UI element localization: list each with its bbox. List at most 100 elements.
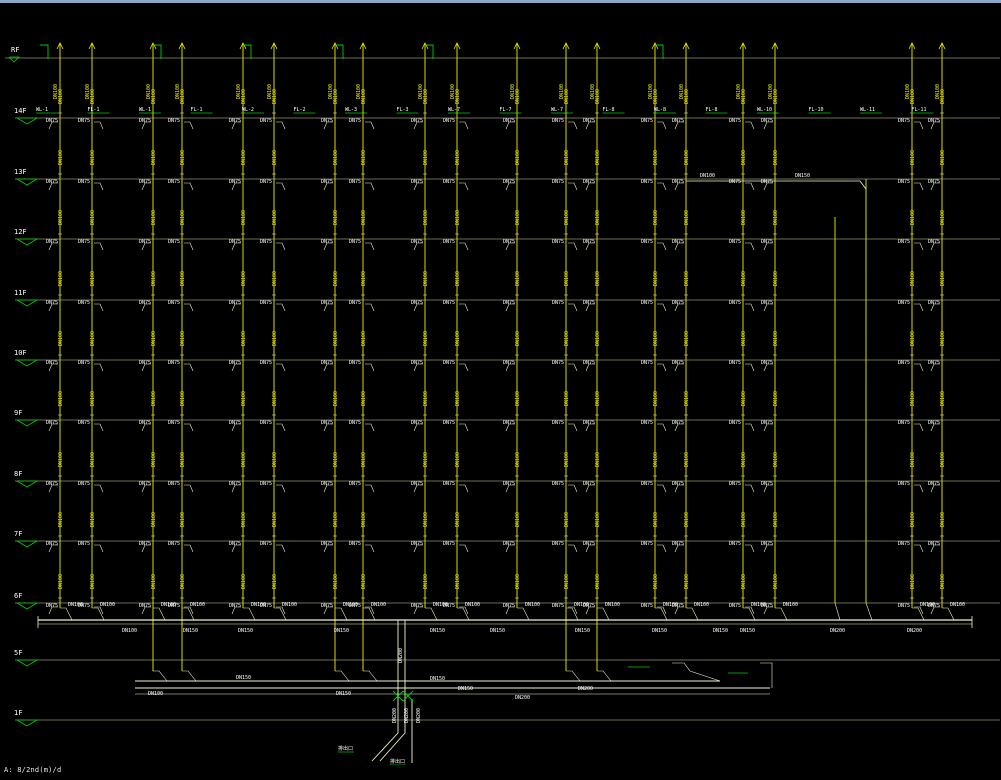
branch-size-0-17: DN75 <box>898 118 910 124</box>
branch-stub-3-17 <box>914 303 924 312</box>
riser-mid-size-8-1: DN100 <box>90 574 96 589</box>
connector-size-4: DN100 <box>251 602 266 608</box>
riser-tag-17: FL-11 <box>912 107 927 113</box>
riser-mid-size-7-1: DN100 <box>90 512 96 527</box>
branch-stub-3-3 <box>184 303 194 312</box>
floor-label-7: 7F <box>14 530 22 538</box>
riser-mid-size-0-0: DN100 <box>58 89 64 104</box>
branch-size-2-0: DN75 <box>46 239 58 245</box>
branch-size-0-3: DN75 <box>168 118 180 124</box>
riser-mid-size-4-13: DN100 <box>653 331 659 346</box>
branch-size-6-1: DN75 <box>78 481 90 487</box>
branch-size-8-11: DN75 <box>552 603 564 609</box>
riser-mid-size-3-13: DN100 <box>653 271 659 286</box>
lower-header-label-5: DN200 <box>515 695 530 701</box>
riser-mid-size-1-5: DN100 <box>272 150 278 165</box>
header-size-9: DN150 <box>740 628 755 634</box>
branch-stub-2-17 <box>914 242 924 251</box>
header-size-10: DN200 <box>830 628 845 634</box>
riser-tag-15: FL-10 <box>809 107 824 113</box>
branch-stub-3-15 <box>745 303 755 312</box>
branch-stub-5-13 <box>657 423 667 432</box>
branch-size-6-15: DN75 <box>729 481 741 487</box>
branch-stub-4-7 <box>365 363 375 372</box>
branch-size-6-17: DN75 <box>898 481 910 487</box>
riser-mid-size-3-8: DN100 <box>423 271 429 286</box>
branch-stub-7-13 <box>657 544 667 553</box>
riser-mid-size-1-17: DN100 <box>910 150 916 165</box>
branch-stub-5-15 <box>745 423 755 432</box>
riser-mid-size-7-4: DN100 <box>241 512 247 527</box>
riser-mid-size-5-12: DN100 <box>595 391 601 406</box>
branch-size-2-13: DN75 <box>641 239 653 245</box>
branch-size-6-5: DN75 <box>260 481 272 487</box>
riser-mid-size-2-5: DN100 <box>272 210 278 225</box>
branch-size-0-0: DN75 <box>46 118 58 124</box>
header-connector-0 <box>60 607 73 621</box>
branch-stub-0-11 <box>568 121 578 130</box>
riser-mid-size-4-7: DN100 <box>361 331 367 346</box>
roof-vent-hook-1 <box>153 44 162 59</box>
branch-stub-5-17 <box>914 423 924 432</box>
riser-mid-size-6-17: DN100 <box>910 452 916 467</box>
branch-stub-6-1 <box>94 484 104 493</box>
level-marker-6 <box>16 480 39 488</box>
branch-size-5-0: DN75 <box>46 420 58 426</box>
branch-size-1-10: DN75 <box>503 179 515 185</box>
floor-label-2: 12F <box>14 228 27 236</box>
branch-size-7-14: DN75 <box>672 541 684 547</box>
branch-size-5-12: DN75 <box>583 420 595 426</box>
riser-mid-size-6-16: DN100 <box>773 452 779 467</box>
riser-tag-4: WL-2 <box>242 107 254 113</box>
riser-mid-size-4-10: DN100 <box>515 331 521 346</box>
branch-size-5-15: DN75 <box>729 420 741 426</box>
branch-size-4-18: DN75 <box>928 360 940 366</box>
branch-size-2-15: DN75 <box>729 239 741 245</box>
header-connector-1 <box>92 607 105 621</box>
riser-mid-size-4-0: DN100 <box>58 331 64 346</box>
branch-size-7-9: DN75 <box>443 541 455 547</box>
branch-size-7-2: DN75 <box>139 541 151 547</box>
branch-size-5-9: DN75 <box>443 420 455 426</box>
branch-size-0-13: DN75 <box>641 118 653 124</box>
branch-stub-1-5 <box>276 182 286 191</box>
riser-mid-size-4-9: DN100 <box>455 331 461 346</box>
branch-size-1-14: DN75 <box>672 179 684 185</box>
riser-mid-size-0-7: DN100 <box>361 89 367 104</box>
riser-mid-size-3-17: DN100 <box>910 271 916 286</box>
branch-stub-2-9 <box>459 242 469 251</box>
riser-mid-size-0-6: DN100 <box>333 89 339 104</box>
branch-size-2-8: DN75 <box>411 239 423 245</box>
header-connector-15 <box>743 607 756 621</box>
branch-stub-2-7 <box>365 242 375 251</box>
riser-mid-size-2-18: DN100 <box>940 210 946 225</box>
riser-mid-size-6-8: DN100 <box>423 452 429 467</box>
branch-size-6-3: DN75 <box>168 481 180 487</box>
branch-size-4-1: DN75 <box>78 360 90 366</box>
branch-size-2-10: DN75 <box>503 239 515 245</box>
header-connector-9 <box>457 607 470 621</box>
branch-size-3-18: DN75 <box>928 300 940 306</box>
branch-size-3-1: DN75 <box>78 300 90 306</box>
branch-size-3-5: DN75 <box>260 300 272 306</box>
riser-mid-size-0-3: DN100 <box>180 89 186 104</box>
riser-tag-6: WL-3 <box>345 107 357 113</box>
floor-label-6: 8F <box>14 470 22 478</box>
branch-size-2-5: DN75 <box>260 239 272 245</box>
branch-size-4-5: DN75 <box>260 360 272 366</box>
level-marker-1 <box>16 178 39 186</box>
branch-stub-2-11 <box>568 242 578 251</box>
header-connector-16 <box>775 607 788 621</box>
roof-vent-hook-2 <box>243 44 252 59</box>
branch-stub-1-9 <box>459 182 469 191</box>
branch-size-1-16: DN75 <box>761 179 773 185</box>
riser-tag-7: FL-3 <box>397 107 409 113</box>
outlet-valve-mark <box>392 690 414 702</box>
branch-size-6-9: DN75 <box>443 481 455 487</box>
riser-mid-size-3-0: DN100 <box>58 271 64 286</box>
roof-vent-hook-4 <box>425 44 434 59</box>
branch-size-8-2: DN75 <box>139 603 151 609</box>
header-size-5: DN150 <box>490 628 505 634</box>
lower-header-label-7: DN100 <box>148 691 163 697</box>
riser-mid-size-5-7: DN100 <box>361 391 367 406</box>
